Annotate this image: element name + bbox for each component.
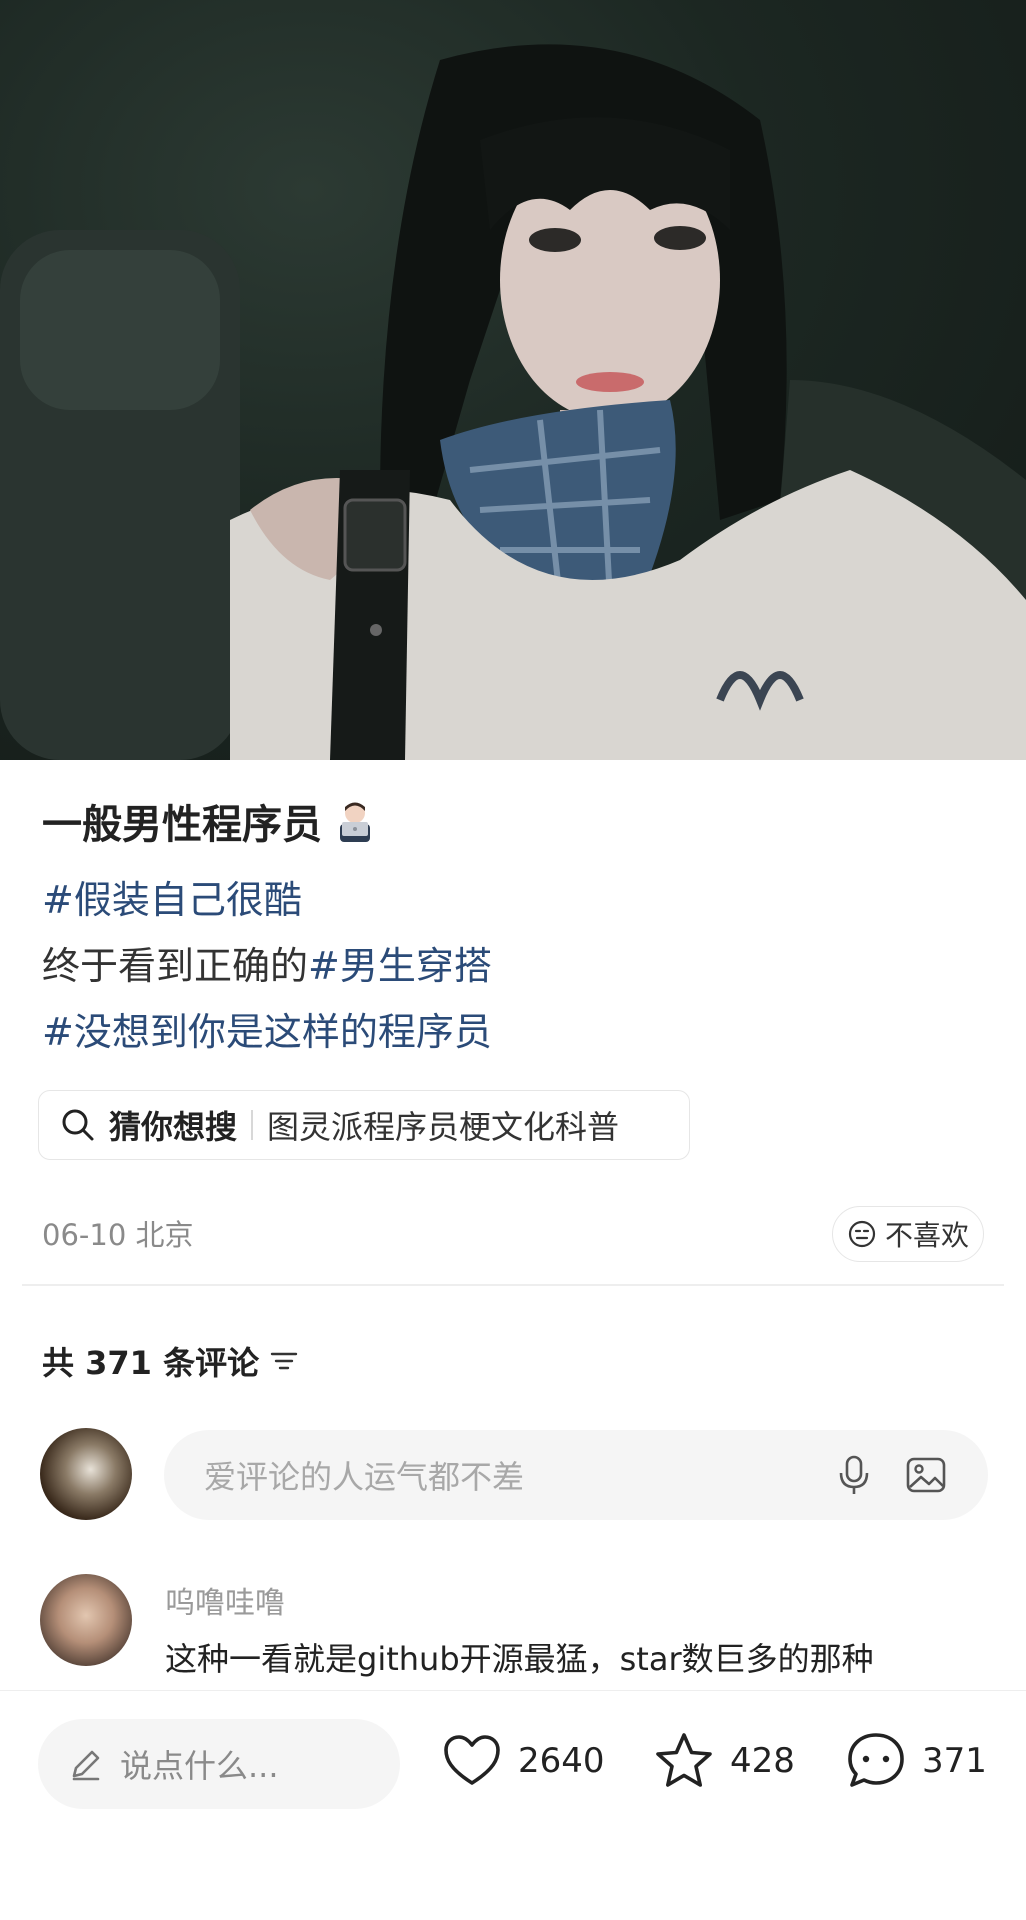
post-date-location: 06-10 北京 [42,1218,194,1252]
pencil-icon [72,1750,100,1781]
say-something-input[interactable]: 说点什么... [38,1719,400,1809]
microphone-icon[interactable] [832,1453,876,1497]
post-title: 一般男性程序员 [42,792,378,850]
comment-count-label: 共 371 条评论 [42,1344,260,1382]
hashtag-programmer[interactable]: #没想到你是这样的程序员 [42,1010,492,1054]
comment-input-placeholder: 爱评论的人运气都不差 [204,1458,525,1496]
like-button[interactable]: 2640 [440,1729,605,1793]
commenter-name[interactable]: 呜噜哇噜 [165,1578,285,1622]
comment-input[interactable]: 爱评论的人运气都不差 [164,1430,988,1520]
suggestion-separator [251,1110,254,1140]
dislike-button[interactable]: 不喜欢 [832,1206,984,1262]
section-divider [22,1284,1004,1286]
sort-icon[interactable] [269,1348,299,1374]
technologist-emoji-icon [340,802,370,842]
post-title-text: 一般男性程序员 [42,802,322,848]
post-photo[interactable] [0,0,1026,760]
commenter-avatar[interactable] [40,1574,132,1666]
star-icon [656,1733,712,1787]
chat-bubble-icon [848,1733,904,1787]
post-line-1: #假装自己很酷 [42,876,302,924]
my-avatar[interactable] [40,1428,132,1520]
bottom-action-bar: 说点什么... 2640 428 371 [0,1690,1026,1920]
heart-icon [444,1735,500,1785]
comment-text: 这种一看就是github开源最猛，star数巨多的那种 [165,1640,874,1678]
comment-total: 371 [922,1741,987,1781]
meh-face-icon [848,1220,876,1248]
hashtag-mens-outfit[interactable]: #男生穿搭 [308,944,492,988]
suggestion-query: 图灵派程序员梗文化科普 [267,1108,620,1146]
like-count: 2640 [518,1741,605,1781]
hashtag-pretend-cool[interactable]: #假装自己很酷 [42,878,302,922]
comment-button[interactable]: 371 [844,1729,987,1793]
image-icon[interactable] [904,1453,948,1497]
post-line-3: #没想到你是这样的程序员 [42,1008,492,1056]
comment-count: 共 371 条评论 [42,1338,299,1384]
suggestion-label: 猜你想搜 [109,1108,238,1146]
post-line-2: 终于看到正确的#男生穿搭 [42,942,492,990]
favorite-count: 428 [730,1741,795,1781]
post-body-text: 终于看到正确的 [42,944,309,988]
dislike-label: 不喜欢 [884,1219,969,1252]
favorite-button[interactable]: 428 [652,1729,795,1793]
say-something-placeholder: 说点什么... [120,1747,279,1785]
search-icon [62,1109,94,1141]
search-suggestion[interactable]: 猜你想搜 图灵派程序员梗文化科普 [38,1090,690,1160]
post-photo-illustration [0,44,1026,760]
